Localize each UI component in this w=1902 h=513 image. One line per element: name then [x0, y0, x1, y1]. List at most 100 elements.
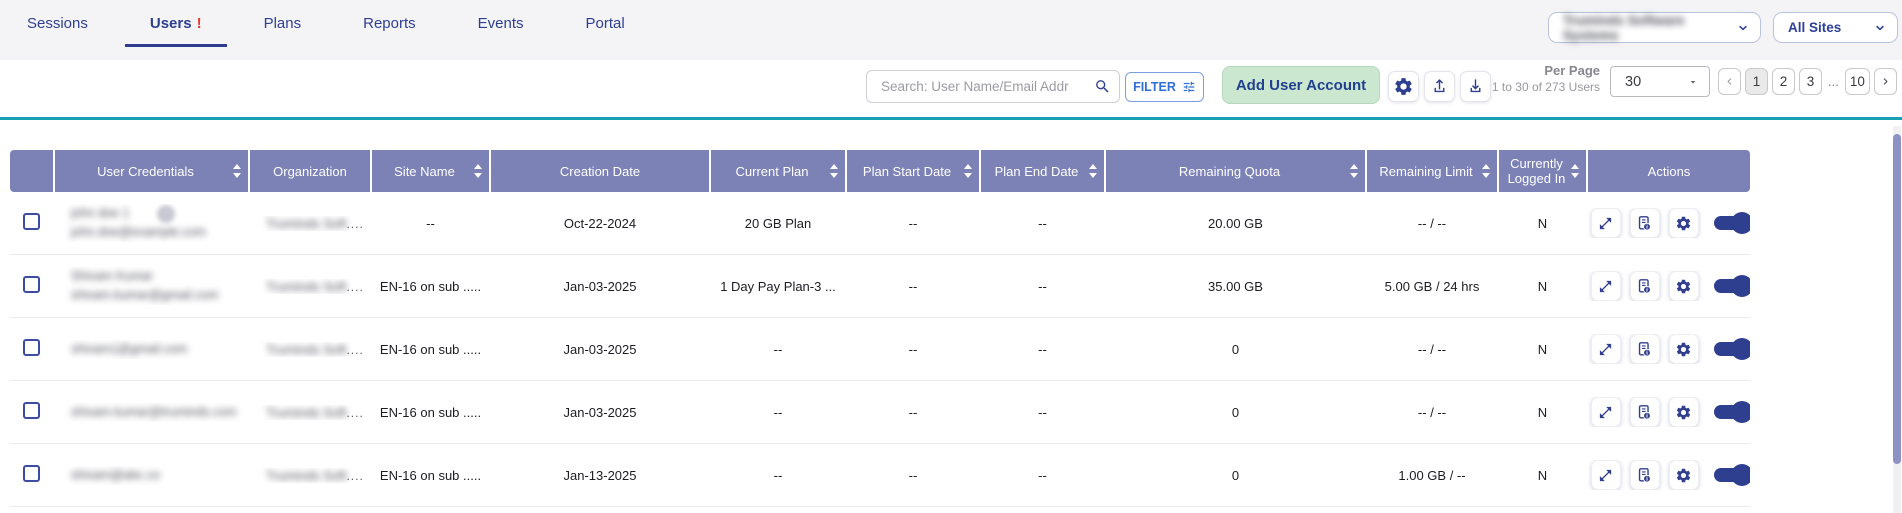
row-checkbox[interactable]	[23, 213, 40, 230]
sort-arrows-icon[interactable]	[233, 164, 241, 178]
expand-user-button[interactable]	[1591, 334, 1621, 364]
tab-label: Users	[150, 15, 192, 32]
tab-users[interactable]: Users!	[125, 0, 227, 47]
plan-info-button[interactable]	[1630, 208, 1660, 238]
page-button-3[interactable]: 3	[1799, 68, 1822, 95]
add-user-account-button[interactable]: Add User Account	[1222, 66, 1380, 104]
sort-arrows-icon[interactable]	[1482, 164, 1490, 178]
previous-page-button[interactable]	[1718, 68, 1741, 95]
user-settings-button[interactable]	[1669, 208, 1699, 238]
user-settings-button[interactable]	[1669, 460, 1699, 490]
user-enabled-toggle[interactable]	[1714, 279, 1748, 293]
header-remaining-limit[interactable]: Remaining Limit	[1367, 150, 1497, 192]
header-plan-end-date[interactable]: Plan End Date	[981, 150, 1104, 192]
page-size-select[interactable]: 30	[1610, 66, 1710, 97]
tab-plans[interactable]: Plans	[239, 0, 327, 47]
tab-events[interactable]: Events	[453, 0, 549, 47]
toggle-knob	[1731, 275, 1751, 297]
caret-down-icon	[1687, 76, 1699, 88]
cell-select	[10, 465, 53, 485]
cell-organization: Truminds Soft....	[250, 279, 370, 294]
users-page: Sessions Users! Plans Reports Events Por…	[0, 0, 1902, 513]
vertical-scrollbar[interactable]	[1893, 126, 1901, 513]
sort-arrows-icon[interactable]	[1350, 164, 1358, 178]
cell-remaining-limit: 5.00 GB / 24 hrs	[1367, 279, 1497, 294]
row-checkbox[interactable]	[23, 276, 40, 293]
header-currently-logged-in[interactable]: Currently Logged In	[1499, 150, 1586, 192]
cell-site-name: EN-16 on sub .....	[372, 468, 489, 483]
cell-remaining-quota: 35.00 GB	[1106, 279, 1365, 294]
sort-arrows-icon[interactable]	[474, 164, 482, 178]
sort-arrows-icon[interactable]	[1571, 164, 1579, 178]
page-button-10[interactable]: 10	[1845, 68, 1870, 95]
organization-selector[interactable]: Truminds Software Systems	[1548, 12, 1761, 43]
search-input[interactable]	[879, 78, 1094, 95]
chevron-down-icon	[1873, 21, 1887, 35]
filter-button[interactable]: FILTER	[1125, 72, 1204, 102]
scrollbar-thumb[interactable]	[1893, 134, 1901, 464]
row-checkbox[interactable]	[23, 339, 40, 356]
organization-selector-value: Truminds Software Systems	[1563, 13, 1728, 43]
tab-label: Portal	[586, 15, 625, 32]
row-checkbox[interactable]	[23, 402, 40, 419]
user-email: shivam.kumar@gmail.com	[71, 286, 218, 305]
site-selector[interactable]: All Sites	[1773, 12, 1898, 43]
page-button-1[interactable]: 1	[1745, 68, 1768, 95]
header-plan-start-date[interactable]: Plan Start Date	[847, 150, 979, 192]
user-enabled-toggle[interactable]	[1714, 468, 1748, 482]
cell-organization: Truminds Soft....	[250, 405, 370, 420]
expand-user-button[interactable]	[1591, 397, 1621, 427]
header-user-credentials[interactable]: User Credentials	[55, 150, 248, 192]
user-enabled-toggle[interactable]	[1714, 342, 1748, 356]
expand-user-button[interactable]	[1591, 271, 1621, 301]
users-alert-badge: !	[197, 15, 202, 32]
cell-currently-logged-in: N	[1499, 342, 1586, 357]
cell-site-name: EN-16 on sub .....	[372, 342, 489, 357]
plan-info-button[interactable]	[1630, 334, 1660, 364]
user-settings-button[interactable]	[1669, 334, 1699, 364]
header-site-name[interactable]: Site Name	[372, 150, 489, 192]
user-search-box	[866, 70, 1120, 103]
tab-portal[interactable]: Portal	[561, 0, 650, 47]
sort-arrows-icon[interactable]	[964, 164, 972, 178]
expand-user-button[interactable]	[1591, 208, 1621, 238]
cell-current-plan: 20 GB Plan	[711, 216, 845, 231]
cell-plan-end-date: --	[981, 468, 1104, 483]
user-settings-button[interactable]	[1669, 271, 1699, 301]
cell-remaining-limit: -- / --	[1367, 342, 1497, 357]
cell-remaining-quota: 0	[1106, 405, 1365, 420]
sort-arrows-icon[interactable]	[830, 164, 838, 178]
toggle-knob	[1731, 338, 1751, 360]
cell-current-plan: --	[711, 342, 845, 357]
cell-plan-start-date: --	[847, 342, 979, 357]
gear-icon	[1675, 215, 1692, 232]
table-settings-button[interactable]	[1388, 71, 1419, 102]
row-checkbox[interactable]	[23, 465, 40, 482]
sort-arrows-icon[interactable]	[1089, 164, 1097, 178]
page-button-2[interactable]: 2	[1772, 68, 1795, 95]
search-icon[interactable]	[1094, 78, 1111, 95]
cell-plan-end-date: --	[981, 342, 1104, 357]
plan-info-button[interactable]	[1630, 397, 1660, 427]
expand-user-button[interactable]	[1591, 460, 1621, 490]
user-settings-button[interactable]	[1669, 397, 1699, 427]
user-enabled-toggle[interactable]	[1714, 216, 1748, 230]
page-ellipsis: ...	[1826, 74, 1841, 89]
cell-creation-date: Oct-22-2024	[491, 216, 709, 231]
table-row: john doe 1 john.doe@example.com Truminds…	[10, 192, 1750, 255]
gear-icon	[1675, 404, 1692, 421]
tab-sessions[interactable]: Sessions	[2, 0, 113, 47]
next-page-button[interactable]	[1874, 68, 1897, 95]
plan-info-button[interactable]	[1630, 271, 1660, 301]
tab-reports[interactable]: Reports	[338, 0, 441, 47]
pagination: 1 2 3 ... 10	[1718, 68, 1897, 95]
user-enabled-toggle[interactable]	[1714, 405, 1748, 419]
plan-info-icon	[1636, 467, 1653, 484]
header-current-plan[interactable]: Current Plan	[711, 150, 845, 192]
header-remaining-quota[interactable]: Remaining Quota	[1106, 150, 1365, 192]
header-select-column	[10, 150, 53, 192]
plan-info-button[interactable]	[1630, 460, 1660, 490]
cell-currently-logged-in: N	[1499, 405, 1586, 420]
section-divider	[0, 117, 1902, 120]
expand-icon	[1598, 279, 1613, 294]
